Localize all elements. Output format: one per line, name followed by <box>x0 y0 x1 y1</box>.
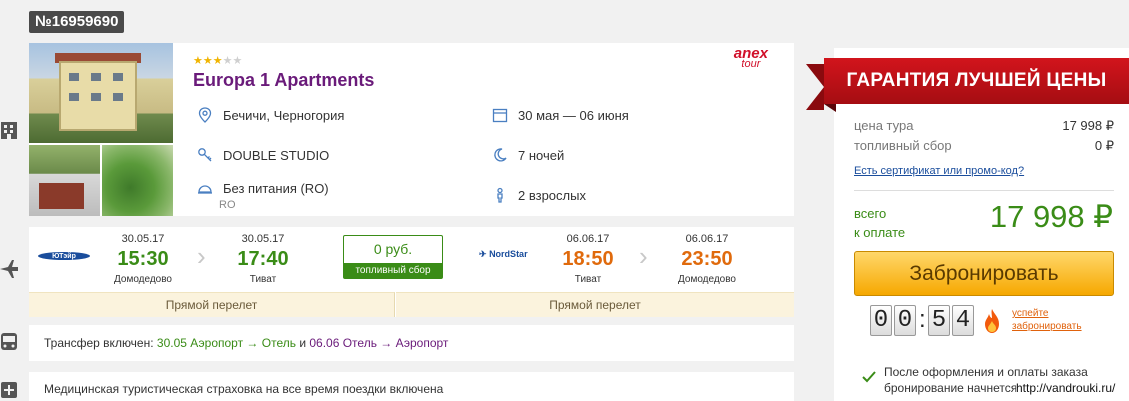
timer-colon: : <box>919 306 926 333</box>
airline-logo-outbound: ЮТэйр <box>37 249 92 265</box>
timer-digit: 0 <box>870 305 892 336</box>
return-dep-date: 06.06.17 <box>566 233 610 245</box>
hurry-book-link[interactable]: успейте забронировать <box>1012 307 1082 333</box>
best-price-banner-text: ГАРАНТИЯ ЛУЧШЕЙ ЦЕНЫ <box>824 58 1129 104</box>
hotel-icon <box>1 122 17 139</box>
food-cover-icon <box>198 185 212 194</box>
watermark: http://vandrouki.ru/ <box>1016 381 1116 395</box>
key-icon <box>198 148 212 162</box>
total-price: 17 998 ₽ <box>989 199 1113 234</box>
hurry-line1: успейте <box>1012 308 1049 319</box>
transfer-leg-arrival: 30.05 Аэропорт → Отель <box>156 336 296 350</box>
outbound-dep-airport: Домодедово <box>114 274 172 285</box>
tour-price-label: цена тура <box>854 118 914 133</box>
hurry-line2: забронировать <box>1012 321 1082 332</box>
timer-digit: 5 <box>928 305 950 336</box>
location-text: Бечичи, Черногория <box>223 108 345 123</box>
tour-price-row: цена тура 17 998 ₽ <box>854 118 1114 133</box>
hotel-photo-thumb[interactable] <box>29 145 100 216</box>
guests-text: 2 взрослых <box>518 188 586 203</box>
airline-name-outbound: ЮТэйр <box>52 252 76 260</box>
outbound-arr-airport: Тиват <box>249 274 277 285</box>
moon-icon <box>494 148 507 162</box>
plane-icon <box>0 260 18 278</box>
hotel-photo-thumb[interactable] <box>102 145 173 216</box>
fuel-fee-label: топливный сбор <box>344 263 442 278</box>
tour-price-value: 17 998 ₽ <box>1062 118 1114 133</box>
transfer-joiner: и <box>295 336 310 350</box>
best-price-banner: ГАРАНТИЯ ЛУЧШЕЙ ЦЕНЫ <box>806 58 1129 112</box>
star-rating: ★★★★★ <box>193 55 243 67</box>
timer-digit: 0 <box>894 305 916 336</box>
medkit-icon <box>1 382 17 398</box>
flight-card: ЮТэйр 30.05.17 15:30 Домодедово › 30.05.… <box>29 227 794 317</box>
timer-digit: 4 <box>952 305 974 336</box>
hotel-photo-main[interactable] <box>29 43 173 143</box>
nights-text: 7 ночей <box>518 148 565 163</box>
fuel-fee-row-value: 0 ₽ <box>1094 138 1114 153</box>
transfer-card: Трансфер включен: 30.05 Аэропорт → Отель… <box>29 325 794 361</box>
checkmark-icon <box>862 371 876 383</box>
bus-icon <box>1 333 17 350</box>
return-arr-date: 06.06.17 <box>685 233 729 245</box>
return-arr-airport: Домодедово <box>678 274 736 285</box>
room-text: DOUBLE STUDIO <box>223 148 330 163</box>
outbound-dep-date: 30.05.17 <box>121 233 165 245</box>
fire-icon <box>985 309 999 333</box>
outbound-direct-label: Прямой перелет <box>29 292 395 317</box>
dates-text: 30 мая — 06 июня <box>518 108 629 123</box>
hotel-card: ★★★★★ Europa 1 Apartments anex tour Бечи… <box>29 43 794 216</box>
chevron-right-icon: › <box>197 241 206 271</box>
divider <box>854 190 1114 191</box>
tour-operator-logo: anex tour <box>734 46 768 70</box>
utair-logo-icon: ЮТэйр <box>38 252 90 260</box>
fuel-fee-value: 0 руб. <box>373 241 413 257</box>
person-icon <box>497 187 503 203</box>
outbound-arr-date: 30.05.17 <box>241 233 285 245</box>
meal-text: Без питания (RO) <box>223 181 329 196</box>
location-pin-icon <box>198 107 212 123</box>
total-label: всего к оплате <box>854 204 934 242</box>
total-label-line2: к оплате <box>854 225 906 240</box>
insurance-text: Медицинская туристическая страховка на в… <box>44 382 444 396</box>
outbound-dep-time: 15:30 <box>117 248 169 270</box>
nordstar-logo-icon: ✈ <box>479 249 487 259</box>
hotel-name[interactable]: Europa 1 Apartments <box>193 70 374 91</box>
airline-logo-return: ✈ NordStar <box>479 249 539 260</box>
transfer-prefix: Трансфер включен: <box>44 336 157 350</box>
total-label-line1: всего <box>854 206 887 221</box>
fuel-fee-box: 0 руб. топливный сбор <box>343 235 443 279</box>
return-dep-time: 18:50 <box>562 248 614 270</box>
airline-name-return: NordStar <box>489 249 528 259</box>
promo-code-link[interactable]: Есть сертификат или промо-код? <box>854 165 1024 177</box>
return-direct-label: Прямой перелет <box>396 292 794 317</box>
return-dep-airport: Тиват <box>574 274 602 285</box>
meal-code: RO <box>219 199 236 211</box>
calendar-icon <box>492 108 508 123</box>
outbound-arr-time: 17:40 <box>237 248 289 270</box>
fuel-fee-row-label: топливный сбор <box>854 138 952 153</box>
fuel-fee-row: топливный сбор 0 ₽ <box>854 138 1114 153</box>
chevron-right-icon: › <box>639 241 648 271</box>
book-button[interactable]: Забронировать <box>854 251 1114 296</box>
order-number: №16959690 <box>29 11 125 33</box>
return-arr-time: 23:50 <box>681 248 733 270</box>
insurance-card: Медицинская туристическая страховка на в… <box>29 372 794 401</box>
transfer-leg-departure: 06.06 Отель → Аэропорт <box>309 336 449 350</box>
